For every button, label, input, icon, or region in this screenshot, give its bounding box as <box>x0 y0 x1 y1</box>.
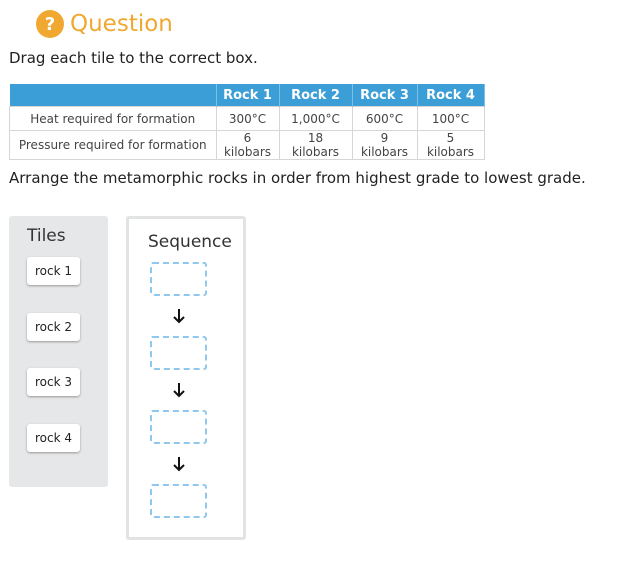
task-prompt: Arrange the metamorphic rocks in order f… <box>9 169 586 187</box>
table-row: Pressure required for formation 6 kiloba… <box>9 130 485 160</box>
question-title: Question <box>70 11 173 37</box>
table-cell: 9 kilobars <box>351 130 418 160</box>
tile-rock-2[interactable]: rock 2 <box>27 313 80 341</box>
table-header-cell: Rock 1 <box>216 84 280 107</box>
table-cell: 100°C <box>416 106 485 131</box>
table-header-cell: Rock 3 <box>352 84 418 107</box>
tiles-panel-title: Tiles <box>27 226 66 246</box>
table-row: Heat required for formation 300°C 1,000°… <box>9 106 485 131</box>
tile-rock-4[interactable]: rock 4 <box>27 424 80 452</box>
table-cell: 5 kilobars <box>416 130 485 160</box>
table-cell: 6 kilobars <box>215 130 280 160</box>
sequence-slot-1[interactable] <box>150 262 207 296</box>
rock-data-table: Rock 1 Rock 2 Rock 3 Rock 4 Heat require… <box>9 84 485 160</box>
table-row-label: Heat required for formation <box>9 106 217 131</box>
table-header-row: Rock 1 Rock 2 Rock 3 Rock 4 <box>9 84 485 107</box>
table-header-cell: Rock 2 <box>279 84 353 107</box>
sequence-panel-title: Sequence <box>148 232 232 252</box>
tile-rock-1[interactable]: rock 1 <box>27 257 80 285</box>
table-cell: 600°C <box>351 106 418 131</box>
arrow-down-icon <box>173 383 185 398</box>
table-header-cell <box>9 84 217 107</box>
instruction-text: Drag each tile to the correct box. <box>9 49 258 67</box>
question-icon: ? <box>36 10 64 38</box>
arrow-down-icon <box>173 457 185 472</box>
arrow-down-icon <box>173 309 185 324</box>
question-header: ? Question <box>36 10 173 38</box>
tiles-panel: Tiles rock 1 rock 2 rock 3 rock 4 <box>9 216 108 487</box>
table-row-label: Pressure required for formation <box>9 130 217 160</box>
table-header-cell: Rock 4 <box>417 84 485 107</box>
table-cell: 1,000°C <box>278 106 353 131</box>
sequence-slot-3[interactable] <box>150 410 207 444</box>
table-cell: 18 kilobars <box>278 130 353 160</box>
sequence-slot-2[interactable] <box>150 336 207 370</box>
sequence-panel: Sequence <box>126 216 246 540</box>
sequence-slot-4[interactable] <box>150 484 207 518</box>
tile-rock-3[interactable]: rock 3 <box>27 368 80 396</box>
table-cell: 300°C <box>215 106 280 131</box>
